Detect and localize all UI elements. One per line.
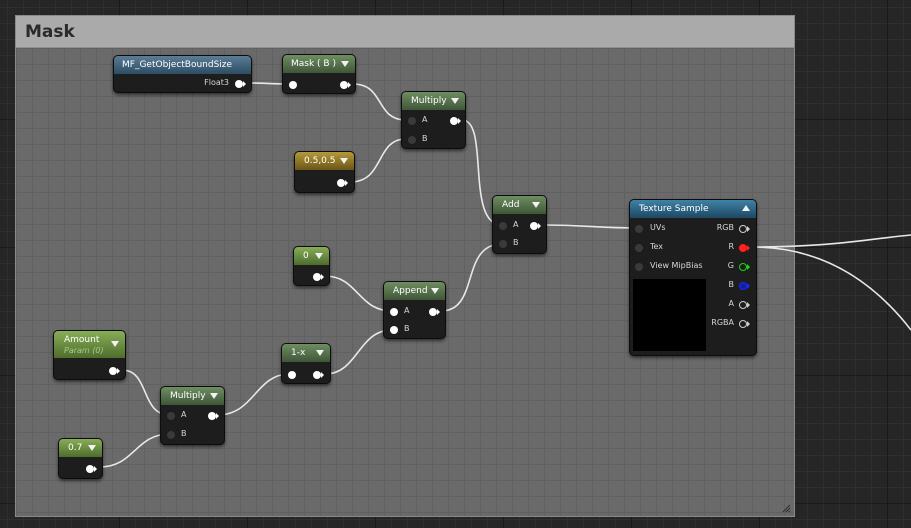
node-amount-param[interactable]: Amount Param (0) bbox=[53, 330, 126, 380]
output-pin-icon[interactable] bbox=[337, 179, 348, 187]
node-title: Append bbox=[393, 286, 428, 296]
chevron-down-icon[interactable] bbox=[532, 202, 540, 208]
output-pin-rgb-icon[interactable] bbox=[739, 225, 750, 233]
node-title: 1-x bbox=[291, 348, 306, 358]
pin-label-tex: Tex bbox=[650, 242, 664, 251]
chevron-down-icon[interactable] bbox=[111, 341, 119, 347]
output-pin-icon[interactable] bbox=[208, 412, 219, 420]
input-pin-b-icon[interactable] bbox=[167, 431, 175, 439]
input-pin-b-icon[interactable] bbox=[499, 240, 507, 248]
pin-label-rgb: RGB bbox=[716, 223, 734, 232]
pin-label-a: A bbox=[422, 115, 428, 124]
output-pin-icon[interactable] bbox=[450, 117, 461, 125]
pin-label-r: R bbox=[728, 242, 734, 251]
chevron-down-icon[interactable] bbox=[316, 350, 324, 356]
pin-label-a: A bbox=[728, 299, 734, 308]
node-one-minus[interactable]: 1-x bbox=[281, 343, 331, 384]
output-pin-icon[interactable] bbox=[429, 308, 440, 316]
pin-label-a: A bbox=[513, 220, 519, 229]
output-pin-g-icon[interactable] bbox=[739, 263, 750, 271]
node-const-0-5[interactable]: 0.5,0.5 bbox=[294, 151, 355, 193]
node-const-0[interactable]: 0 bbox=[293, 246, 330, 286]
output-pin-icon[interactable] bbox=[235, 80, 246, 88]
output-pin-r-icon[interactable] bbox=[739, 244, 750, 252]
collapse-up-icon[interactable] bbox=[742, 205, 750, 211]
input-pin-tex-icon[interactable] bbox=[635, 244, 643, 252]
node-title: Multiply bbox=[170, 391, 206, 401]
node-title: 0 bbox=[303, 251, 309, 261]
chevron-down-icon[interactable] bbox=[210, 393, 218, 399]
resize-handle-icon[interactable] bbox=[781, 503, 791, 513]
node-mask-b[interactable]: Mask ( B ) bbox=[282, 54, 356, 94]
input-pin-mipbias-icon[interactable] bbox=[635, 263, 643, 271]
pin-label-b: B bbox=[422, 134, 428, 143]
pin-label-view-mipbias: View MipBias bbox=[650, 261, 703, 270]
node-texture-sample[interactable]: Texture Sample UVs Tex View MipBias RGB … bbox=[629, 199, 757, 356]
pin-label-b: B bbox=[728, 280, 735, 289]
output-pin-icon[interactable] bbox=[340, 81, 351, 89]
chevron-down-icon[interactable] bbox=[431, 288, 439, 294]
pin-label-b: B bbox=[513, 238, 519, 247]
input-pin-b-icon[interactable] bbox=[390, 326, 398, 334]
node-get-object-bound-size[interactable]: MF_GetObjectBoundSize Float3 bbox=[113, 55, 252, 93]
chevron-down-icon[interactable] bbox=[341, 61, 349, 67]
input-pin-b-icon[interactable] bbox=[408, 136, 416, 144]
output-label: Float3 bbox=[204, 78, 229, 87]
node-append[interactable]: Append A B bbox=[383, 281, 446, 339]
pin-label-a: A bbox=[404, 306, 410, 315]
input-pin-a-icon[interactable] bbox=[499, 222, 507, 230]
output-pin-icon[interactable] bbox=[109, 367, 120, 375]
output-pin-icon[interactable] bbox=[313, 273, 324, 281]
node-add[interactable]: Add A B bbox=[492, 195, 547, 254]
output-pin-a-icon[interactable] bbox=[739, 301, 750, 309]
node-title: Texture Sample bbox=[639, 204, 709, 214]
node-title: Multiply bbox=[411, 96, 447, 106]
node-title: MF_GetObjectBoundSize bbox=[114, 56, 251, 74]
output-pin-rgba-icon[interactable] bbox=[739, 320, 750, 328]
pin-label-g: G bbox=[727, 261, 734, 270]
chevron-down-icon[interactable] bbox=[315, 253, 323, 259]
pin-label-rgba: RGBA bbox=[711, 318, 734, 327]
input-pin-a-icon[interactable] bbox=[167, 412, 175, 420]
node-title: Mask ( B ) bbox=[291, 59, 336, 69]
output-pin-b-icon[interactable] bbox=[739, 282, 750, 290]
input-pin-uvs-icon[interactable] bbox=[635, 225, 643, 233]
pin-label-a: A bbox=[181, 410, 187, 419]
output-pin-icon[interactable] bbox=[313, 371, 324, 379]
input-pin-icon[interactable] bbox=[289, 81, 297, 89]
output-pin-icon[interactable] bbox=[86, 465, 97, 473]
texture-preview bbox=[633, 279, 706, 351]
node-title: Add bbox=[502, 200, 520, 210]
input-pin-icon[interactable] bbox=[288, 371, 296, 379]
input-pin-a-icon[interactable] bbox=[390, 308, 398, 316]
pin-label-b: B bbox=[404, 324, 410, 333]
node-title: 0.7 bbox=[68, 443, 83, 453]
node-subtitle: Param (0) bbox=[64, 346, 104, 355]
comment-title[interactable]: Mask bbox=[16, 16, 794, 48]
pin-label-b: B bbox=[181, 429, 187, 438]
node-multiply-top[interactable]: Multiply A B bbox=[401, 91, 466, 149]
chevron-down-icon[interactable] bbox=[340, 158, 348, 164]
output-pin-icon[interactable] bbox=[530, 222, 541, 230]
chevron-down-icon[interactable] bbox=[451, 98, 459, 104]
input-pin-a-icon[interactable] bbox=[408, 117, 416, 125]
node-const-0-7[interactable]: 0.7 bbox=[58, 438, 103, 479]
pin-label-uvs: UVs bbox=[650, 223, 666, 232]
node-multiply-bottom[interactable]: Multiply A B bbox=[160, 386, 225, 445]
chevron-down-icon[interactable] bbox=[88, 445, 96, 451]
node-title: 0.5,0.5 bbox=[304, 156, 336, 166]
